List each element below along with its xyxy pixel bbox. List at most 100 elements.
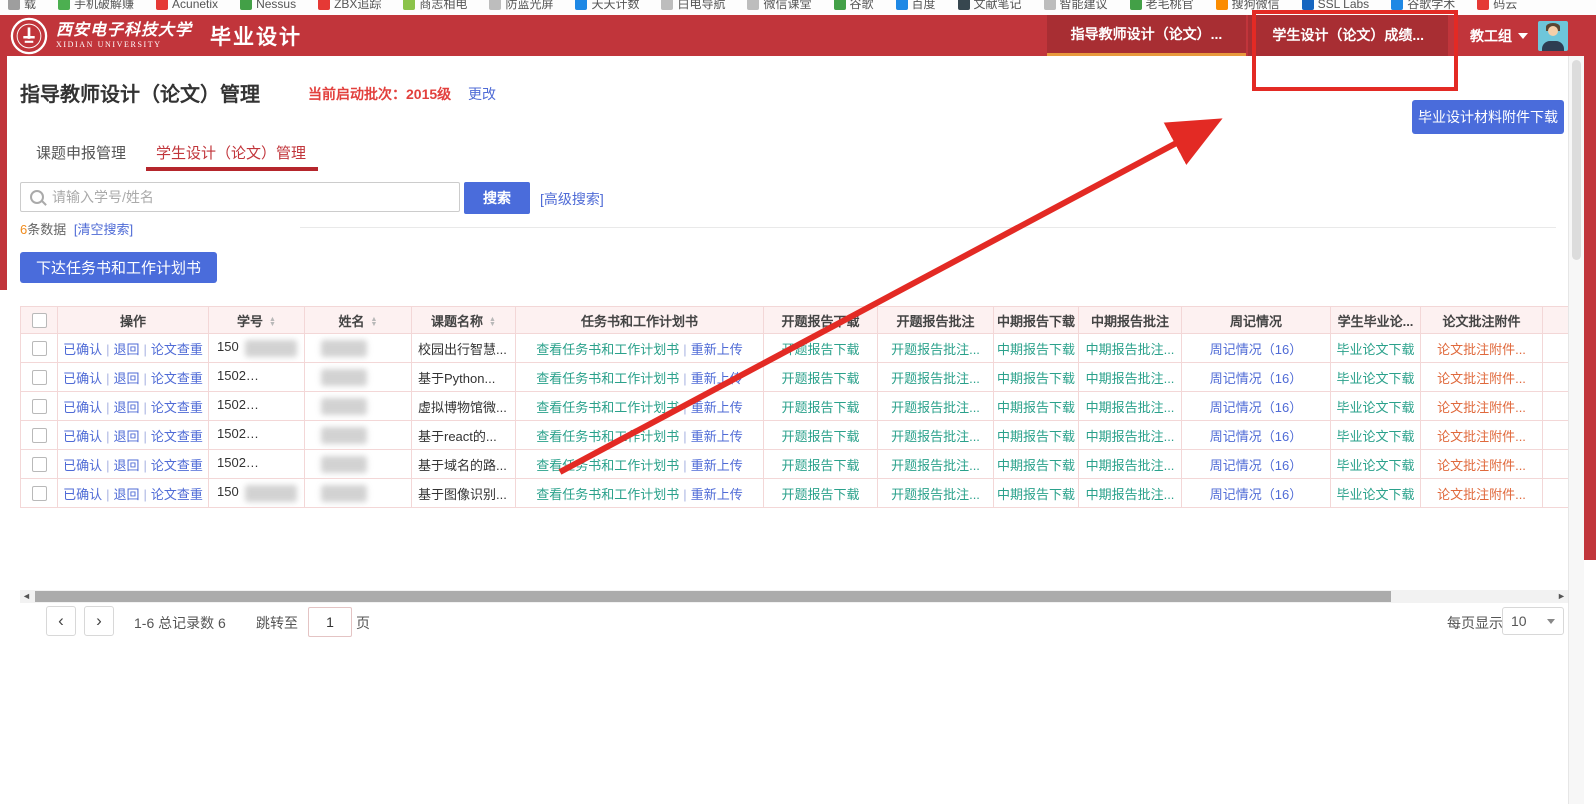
reupload-task-book-link[interactable]: 重新上传 [691,371,743,386]
user-group-dropdown[interactable]: 教工组 [1470,26,1528,46]
midterm-report-annotation-link[interactable]: 中期报告批注... [1086,371,1175,386]
plagiarism-check-link[interactable]: 论文查重 [151,458,203,473]
prev-page-button[interactable]: ‹ [46,606,76,636]
reupload-task-book-link[interactable]: 重新上传 [691,487,743,502]
bookmark-item[interactable]: 搜狗微信 [1216,0,1280,12]
confirm-link[interactable]: 已确认 [63,429,102,444]
thesis-annotation-attachment-link[interactable]: 论文批注附件... [1437,458,1526,473]
midterm-report-annotation-link[interactable]: 中期报告批注... [1086,458,1175,473]
tab-student-design[interactable]: 学生设计（论文）管理 [156,142,306,163]
opening-report-annotation-link[interactable]: 开题报告批注... [891,429,980,444]
row-checkbox[interactable] [32,486,47,501]
midterm-report-annotation-link[interactable]: 中期报告批注... [1086,429,1175,444]
plagiarism-check-link[interactable]: 论文查重 [151,342,203,357]
scrollbar-thumb[interactable] [1572,60,1581,260]
nav-teacher-design[interactable]: 指导教师设计（论文）... [1047,15,1247,56]
thesis-annotation-attachment-link[interactable]: 论文批注附件... [1437,342,1526,357]
thesis-annotation-attachment-link[interactable]: 论文批注附件... [1437,371,1526,386]
nav-student-grades[interactable]: 学生设计（论文）成绩... [1248,15,1448,56]
reupload-task-book-link[interactable]: 重新上传 [691,429,743,444]
return-link[interactable]: 退回 [113,400,139,415]
plagiarism-check-link[interactable]: 论文查重 [151,487,203,502]
bookmark-item[interactable]: 百度 [896,0,936,12]
return-link[interactable]: 退回 [113,487,139,502]
scroll-right-icon[interactable]: ► [1555,590,1568,603]
row-checkbox[interactable] [32,341,47,356]
opening-report-download-link[interactable]: 开题报告下载 [781,400,859,415]
thesis-annotation-attachment-link[interactable]: 论文批注附件... [1437,400,1526,415]
opening-report-annotation-link[interactable]: 开题报告批注... [891,400,980,415]
opening-report-annotation-link[interactable]: 开题报告批注... [891,487,980,502]
opening-report-download-link[interactable]: 开题报告下载 [781,458,859,473]
weekly-journal-link[interactable]: 周记情况（16） [1210,371,1302,386]
opening-report-annotation-link[interactable]: 开题报告批注... [891,371,980,386]
advanced-search-link[interactable]: [高级搜索] [540,189,604,209]
reupload-task-book-link[interactable]: 重新上传 [691,458,743,473]
opening-report-download-link[interactable]: 开题报告下载 [781,429,859,444]
plagiarism-check-link[interactable]: 论文查重 [151,400,203,415]
select-all-checkbox[interactable] [32,313,47,328]
sort-icon[interactable]: ▲▼ [489,317,496,327]
view-task-book-link[interactable]: 查看任务书和工作计划书 [536,487,679,502]
thesis-annotation-attachment-link[interactable]: 论文批注附件... [1437,487,1526,502]
column-header-name[interactable]: 姓名▲▼ [305,307,412,334]
weekly-journal-link[interactable]: 周记情况（16） [1210,487,1302,502]
opening-report-annotation-link[interactable]: 开题报告批注... [891,342,980,357]
opening-report-download-link[interactable]: 开题报告下载 [781,371,859,386]
reupload-task-book-link[interactable]: 重新上传 [691,342,743,357]
row-checkbox[interactable] [32,370,47,385]
table-horizontal-scrollbar[interactable]: ◄ ► [20,590,1568,603]
midterm-report-download-link[interactable]: 中期报告下载 [997,400,1075,415]
return-link[interactable]: 退回 [113,371,139,386]
bookmark-item[interactable]: 智能建议 [1044,0,1108,12]
reupload-task-book-link[interactable]: 重新上传 [691,400,743,415]
search-button[interactable]: 搜索 [464,182,530,214]
weekly-journal-link[interactable]: 周记情况（16） [1210,342,1302,357]
thesis-download-link[interactable]: 毕业论文下载 [1336,371,1414,386]
midterm-report-annotation-link[interactable]: 中期报告批注... [1086,342,1175,357]
weekly-journal-link[interactable]: 周记情况（16） [1210,400,1302,415]
opening-report-annotation-link[interactable]: 开题报告批注... [891,458,980,473]
view-task-book-link[interactable]: 查看任务书和工作计划书 [536,458,679,473]
midterm-report-annotation-link[interactable]: 中期报告批注... [1086,400,1175,415]
midterm-report-download-link[interactable]: 中期报告下载 [997,458,1075,473]
bookmark-item[interactable]: 手机破解赚 [58,0,134,12]
confirm-link[interactable]: 已确认 [63,342,102,357]
midterm-report-download-link[interactable]: 中期报告下载 [997,342,1075,357]
column-header-topic[interactable]: 课题名称▲▼ [412,307,516,334]
bookmark-item[interactable]: 谷歌学术 [1391,0,1455,12]
view-task-book-link[interactable]: 查看任务书和工作计划书 [536,371,679,386]
bookmark-item[interactable]: 码云 [1477,0,1517,12]
per-page-select[interactable]: 10 [1502,607,1564,635]
change-batch-link[interactable]: 更改 [468,84,496,104]
bookmark-item[interactable]: Acunetix [156,0,218,11]
bookmark-item[interactable]: 白电导航 [661,0,725,12]
next-page-button[interactable]: › [84,606,114,636]
bookmark-item[interactable]: 谷歌 [834,0,874,12]
bookmark-item[interactable]: 天天计数 [575,0,639,12]
materials-download-button[interactable]: 毕业设计材料附件下载 [1412,100,1564,134]
bookmark-item[interactable]: 商志相电 [403,0,467,12]
midterm-report-download-link[interactable]: 中期报告下载 [997,371,1075,386]
avatar[interactable] [1538,21,1568,51]
view-task-book-link[interactable]: 查看任务书和工作计划书 [536,400,679,415]
confirm-link[interactable]: 已确认 [63,371,102,386]
clear-search-link[interactable]: [清空搜索] [74,222,133,237]
thesis-download-link[interactable]: 毕业论文下载 [1336,487,1414,502]
return-link[interactable]: 退回 [113,429,139,444]
bookmark-item[interactable]: 微信课堂 [747,0,811,12]
midterm-report-download-link[interactable]: 中期报告下载 [997,487,1075,502]
plagiarism-check-link[interactable]: 论文查重 [151,429,203,444]
confirm-link[interactable]: 已确认 [63,400,102,415]
opening-report-download-link[interactable]: 开题报告下载 [781,342,859,357]
assign-task-book-button[interactable]: 下达任务书和工作计划书 [20,252,217,283]
bookmark-item[interactable]: SSL Labs [1302,0,1370,11]
view-task-book-link[interactable]: 查看任务书和工作计划书 [536,429,679,444]
weekly-journal-link[interactable]: 周记情况（16） [1210,429,1302,444]
weekly-journal-link[interactable]: 周记情况（16） [1210,458,1302,473]
confirm-link[interactable]: 已确认 [63,487,102,502]
bookmark-item[interactable]: 文献笔记 [958,0,1022,12]
return-link[interactable]: 退回 [113,342,139,357]
midterm-report-annotation-link[interactable]: 中期报告批注... [1086,487,1175,502]
thesis-download-link[interactable]: 毕业论文下载 [1336,342,1414,357]
